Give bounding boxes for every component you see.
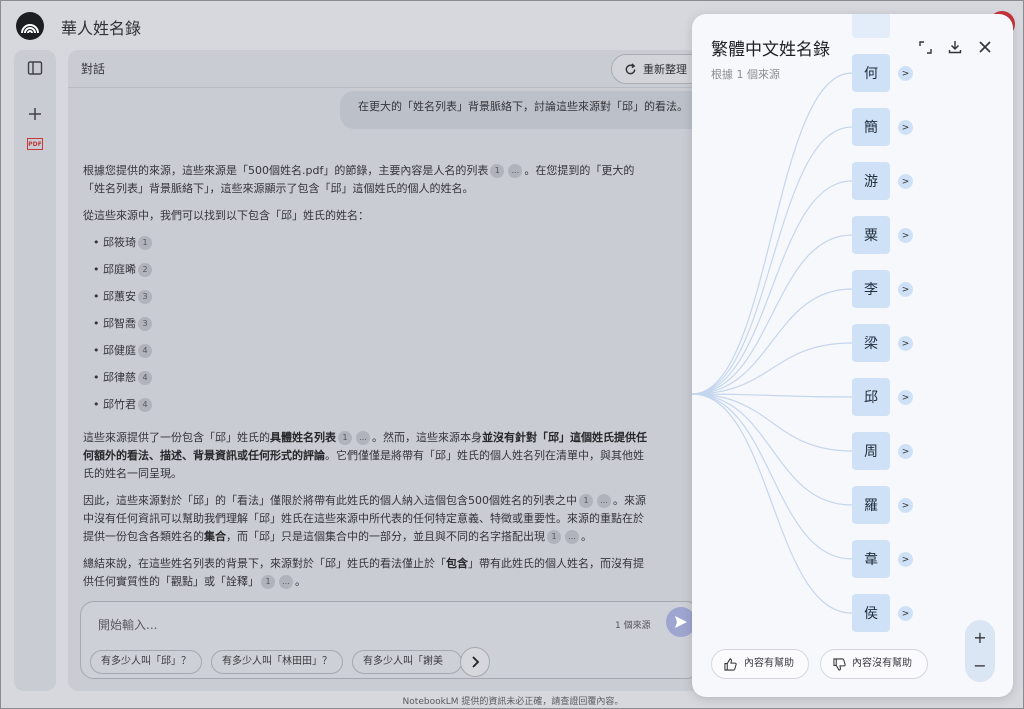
mindmap-node[interactable]: 侯 <box>852 594 890 632</box>
assistant-answer: 根據您提供的來源，這些來源是「500個姓名.pdf」的節錄，主要內容是人名的列表… <box>83 162 653 600</box>
citation-badge[interactable]: 1 <box>547 530 561 544</box>
suggestion-chip[interactable]: 有多少人叫「謝美 <box>352 650 462 674</box>
chat-input-placeholder[interactable]: 開始輸入... <box>98 616 157 633</box>
mindmap-title: 繁體中文姓名錄 <box>711 40 830 60</box>
answer-paragraph: 這些來源提供了一份包含「邱」姓氏的具體姓名列表 1... 。然而，這些來源本身並沒有… <box>83 431 647 480</box>
close-icon[interactable] <box>976 38 994 56</box>
app-window: 華人姓名錄 PDF 對話 重新整理 在更大的「姓名列表」背景脈絡下，討論這些來源… <box>0 0 1024 709</box>
mindmap-connector <box>692 288 853 395</box>
mindmap-expand-button[interactable]: > <box>898 282 913 297</box>
helpful-button[interactable]: 內容有幫助 <box>711 649 809 679</box>
chat-panel: 對話 重新整理 在更大的「姓名列表」背景脈絡下，討論這些來源對「邱」的看法。 根… <box>68 50 708 691</box>
mindmap-node[interactable]: 周 <box>852 432 890 470</box>
mindmap-node[interactable]: 何 <box>852 54 890 92</box>
mindmap-node[interactable]: 簡 <box>852 108 890 146</box>
citation-badge[interactable]: 1 <box>138 236 152 250</box>
answer-paragraph: 總結來說，在這些姓名列表的背景下，來源對於「邱」姓氏的看法僅止於「包含」帶有此姓… <box>83 557 644 589</box>
mindmap-expand-button[interactable]: > <box>898 336 913 351</box>
list-item: • 邱庭晞 2 <box>93 261 653 288</box>
mindmap-connector <box>692 180 853 395</box>
list-item: • 邱律慈 4 <box>93 369 653 396</box>
source-count: 1 個來源 <box>615 621 651 631</box>
mindmap-expand-button[interactable]: > <box>898 552 913 567</box>
download-icon[interactable] <box>946 38 964 56</box>
citation-badge[interactable]: 4 <box>138 344 152 358</box>
list-item: • 邱竹君 4 <box>93 396 653 423</box>
mindmap-connector <box>692 393 853 614</box>
mindmap-expand-button[interactable]: > <box>898 174 913 189</box>
chat-header: 對話 重新整理 <box>68 50 708 88</box>
mindmap-expand-button[interactable]: > <box>898 444 913 459</box>
chevron-right-icon <box>472 656 480 668</box>
sidebar-panel-icon[interactable] <box>21 54 49 82</box>
citation-more-badge[interactable]: ... <box>597 494 611 508</box>
citation-badge[interactable]: 2 <box>138 263 152 277</box>
suggestion-chips: 有多少人叫「邱」？ 有多少人叫「林田田」？ 有多少人叫「謝美 <box>90 650 462 674</box>
zoom-controls: + − <box>965 620 995 682</box>
citation-more-badge[interactable]: ... <box>565 530 579 544</box>
pdf-file-icon[interactable]: PDF <box>27 138 43 150</box>
mindmap-subtitle: 根據 1 個來源 <box>711 68 780 81</box>
list-item: • 邱智喬 3 <box>93 315 653 342</box>
user-message: 在更大的「姓名列表」背景脈絡下，討論這些來源對「邱」的看法。 <box>340 91 708 129</box>
mindmap-connector <box>692 393 853 452</box>
chips-next-button[interactable] <box>460 647 490 677</box>
citation-more-badge[interactable]: ... <box>279 575 293 589</box>
mindmap-node-partial <box>852 14 890 38</box>
thumbs-down-icon <box>833 657 846 671</box>
mindmap-node[interactable]: 游 <box>852 162 890 200</box>
send-icon <box>675 616 687 628</box>
answer-paragraph: 從這些來源中，我們可以找到以下包含「邱」姓氏的姓名： <box>83 209 369 222</box>
list-item: • 邱蕙安 3 <box>93 288 653 315</box>
thumbs-up-icon <box>724 657 737 671</box>
list-item: • 邱筱琦 1 <box>93 234 653 261</box>
helpful-label: 內容有幫助 <box>744 658 794 669</box>
citation-badge[interactable]: 4 <box>138 398 152 412</box>
citation-badge[interactable]: 4 <box>138 371 152 385</box>
answer-paragraph: 根據您提供的來源，這些來源是「500個姓名.pdf」的節錄，主要內容是人名的列表… <box>83 162 653 198</box>
not-helpful-button[interactable]: 內容沒有幫助 <box>820 649 928 679</box>
mindmap-node[interactable]: 邱 <box>852 378 890 416</box>
mindmap-expand-button[interactable]: > <box>898 606 913 621</box>
mindmap-expand-button[interactable]: > <box>898 498 913 513</box>
zoom-out-button[interactable]: − <box>965 651 995 679</box>
mindmap-connector <box>692 393 853 560</box>
answer-text: 根據您提供的來源，這些來源是「500個姓名.pdf」的節錄，主要內容是人名的列表 <box>83 164 489 177</box>
mindmap-expand-button[interactable]: > <box>898 120 913 135</box>
fullscreen-icon[interactable] <box>916 38 934 56</box>
list-item: • 邱健庭 4 <box>93 342 653 369</box>
mindmap-node[interactable]: 羅 <box>852 486 890 524</box>
citation-more-badge[interactable]: ... <box>508 164 523 178</box>
mindmap-expand-button[interactable]: > <box>898 390 913 405</box>
citation-badge[interactable]: 1 <box>338 431 352 445</box>
notebooklm-logo-icon[interactable] <box>16 12 44 40</box>
mindmap-node[interactable]: 韋 <box>852 540 890 578</box>
plus-icon[interactable] <box>21 100 49 128</box>
citation-badge[interactable]: 1 <box>261 575 275 589</box>
name-list: • 邱筱琦 1 • 邱庭晞 2 • 邱蕙安 3 • 邱智喬 3 • 邱健庭 4 • 邱律慈… <box>93 234 653 423</box>
sources-rail: PDF <box>14 50 56 691</box>
mindmap-node[interactable]: 粟 <box>852 216 890 254</box>
citation-badge[interactable]: 3 <box>138 290 152 304</box>
refresh-icon <box>625 62 636 74</box>
mindmap-connector <box>692 126 853 395</box>
app-title: 華人姓名錄 <box>61 19 142 38</box>
citation-badge[interactable]: 1 <box>490 164 505 178</box>
mindmap-expand-button[interactable]: > <box>898 228 913 243</box>
answer-paragraph: 因此，這些來源對於「邱」的「看法」僅限於將帶有此姓氏的個人納入這個包含500個姓… <box>83 494 646 544</box>
citation-more-badge[interactable]: ... <box>356 431 370 445</box>
suggestion-chip[interactable]: 有多少人叫「邱」？ <box>90 650 202 674</box>
suggestion-chip[interactable]: 有多少人叫「林田田」？ <box>211 650 343 674</box>
mindmap-panel: 何 > 簡 > 游 > 粟 > 李 > 梁 > 邱 > 周 > 羅 > 韋 > 侯 > 繁體中文姓名錄 根據 1 個來源 … <box>692 14 1013 697</box>
not-helpful-label: 內容沒有幫助 <box>852 658 912 669</box>
citation-badge[interactable]: 1 <box>579 494 593 508</box>
mindmap-connector <box>692 72 853 395</box>
zoom-in-button[interactable]: + <box>965 623 995 651</box>
chat-title: 對話 <box>81 62 106 76</box>
mindmap-node[interactable]: 梁 <box>852 324 890 362</box>
mindmap-node[interactable]: 李 <box>852 270 890 308</box>
refresh-label: 重新整理 <box>643 63 687 76</box>
citation-badge[interactable]: 3 <box>138 317 152 331</box>
mindmap-expand-button[interactable]: > <box>898 66 913 81</box>
